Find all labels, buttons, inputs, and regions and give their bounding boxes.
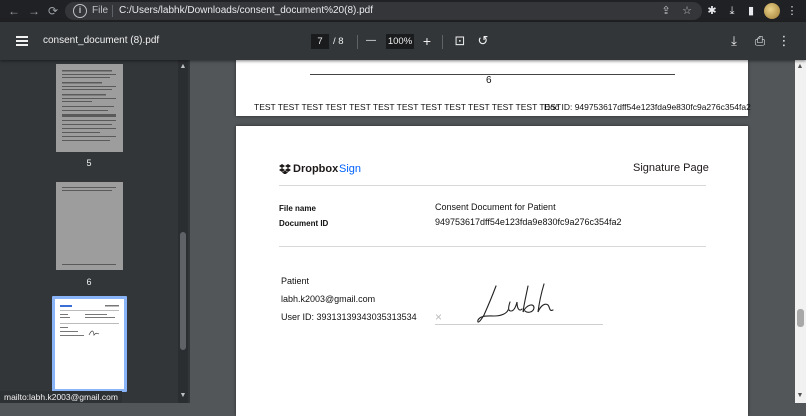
divider — [279, 185, 706, 186]
sidebar-scroll-thumb[interactable] — [180, 232, 186, 350]
handwritten-signature — [477, 283, 554, 323]
forward-icon[interactable]: → — [26, 3, 42, 19]
scroll-up-icon[interactable]: ▲ — [178, 62, 188, 72]
more-actions-icon[interactable]: ⋮ — [775, 32, 793, 50]
profile-avatar[interactable] — [764, 3, 780, 19]
scroll-down-icon[interactable]: ▼ — [795, 391, 805, 401]
document-id-value: 949753617dff54e123fda9e830fc9a276c354fa2 — [435, 217, 622, 227]
footer-rule — [310, 74, 675, 75]
thumbnail-label: 6 — [86, 277, 92, 287]
reload-icon[interactable]: ⟳ — [45, 3, 61, 19]
document-scroll-thumb[interactable] — [797, 309, 804, 327]
signature-line — [435, 324, 603, 325]
status-link-tooltip: mailto:labh.k2003@gmail.com — [0, 391, 122, 403]
url-text[interactable]: C:/Users/labhk/Downloads/consent_documen… — [119, 5, 373, 16]
signer-email[interactable]: labh.k2003@gmail.com — [281, 294, 375, 304]
thumbnail-content — [62, 70, 116, 141]
signature-page-heading: Signature Page — [633, 162, 709, 174]
url-scheme: File — [92, 5, 109, 16]
zoom-out-icon[interactable]: — — [362, 32, 380, 50]
share-icon[interactable]: ⇪ — [659, 4, 673, 18]
rotate-icon[interactable]: ↺ — [474, 32, 492, 50]
pdf-page-6: 6 TEST TEST TEST TEST TEST TEST TEST TES… — [236, 60, 751, 116]
address-bar[interactable]: i File C:/Users/labhk/Downloads/consent_… — [65, 2, 702, 20]
menu-icon[interactable] — [16, 36, 28, 46]
download-icon[interactable]: ⤓ — [724, 3, 740, 19]
extensions-icon[interactable]: ✱ — [704, 3, 720, 19]
zoom-in-icon[interactable]: + — [418, 32, 436, 50]
page-number-input[interactable]: 7 — [311, 34, 329, 49]
signer-role: Patient — [281, 276, 310, 286]
divider — [112, 5, 113, 17]
dropbox-logo-icon — [279, 164, 291, 174]
document-id-label: Document ID — [279, 219, 329, 228]
footer-doc-id: Doc ID: 949753617dff54e123fda9e830fc9a27… — [544, 102, 751, 112]
file-name-value: Consent Document for Patient — [435, 202, 556, 212]
scroll-down-icon[interactable]: ▼ — [178, 391, 188, 401]
thumbnail-content — [62, 187, 116, 265]
info-icon[interactable]: i — [73, 4, 87, 18]
thumbnail-label: 5 — [86, 158, 92, 168]
fit-page-icon[interactable]: ⊡ — [451, 32, 469, 50]
scroll-up-icon[interactable]: ▲ — [795, 62, 805, 72]
dropbox-logo-sign: Sign — [339, 163, 362, 175]
browser-menu-icon[interactable]: ⋮ — [784, 3, 800, 19]
document-scrollbar[interactable]: ▲ ▼ — [795, 60, 806, 403]
file-name-label: File name — [279, 204, 316, 213]
pdf-download-icon[interactable]: ⤓ — [725, 32, 743, 50]
page-thumbnail-current[interactable] — [55, 299, 124, 389]
signer-user-id: User ID: 39313139343035313534 — [281, 312, 417, 322]
print-icon[interactable]: ⎙ — [751, 32, 769, 50]
thumbnail-sidebar: 5 6 7 — [0, 60, 190, 404]
divider — [279, 246, 706, 247]
pdf-toolbar: consent_document (8).pdf 7 / 8 — 100% + … — [0, 22, 806, 60]
thumbnail-content — [60, 305, 119, 336]
dropbox-logo-text: Dropbox — [293, 163, 339, 175]
footer-test-text: TEST TEST TEST TEST TEST TEST TEST TEST … — [254, 102, 562, 112]
page-thumbnail[interactable] — [56, 64, 123, 152]
back-icon[interactable]: ← — [6, 3, 22, 19]
page-total: / 8 — [333, 36, 344, 47]
zoom-input[interactable]: 100% — [386, 34, 414, 49]
page-number: 6 — [486, 75, 492, 86]
sidebar-toggle-icon[interactable]: ▮ — [743, 3, 759, 19]
divider — [357, 35, 358, 49]
signature-x-mark: × — [435, 310, 443, 324]
divider — [442, 35, 443, 49]
page-thumbnail[interactable] — [56, 182, 123, 270]
browser-toolbar: ← → ⟳ i File C:/Users/labhk/Downloads/co… — [0, 0, 806, 22]
bookmark-star-icon[interactable]: ☆ — [680, 4, 694, 18]
pdf-page-7: Dropbox Sign Signature Page File name Co… — [236, 126, 748, 416]
document-title: consent_document (8).pdf — [43, 35, 160, 46]
